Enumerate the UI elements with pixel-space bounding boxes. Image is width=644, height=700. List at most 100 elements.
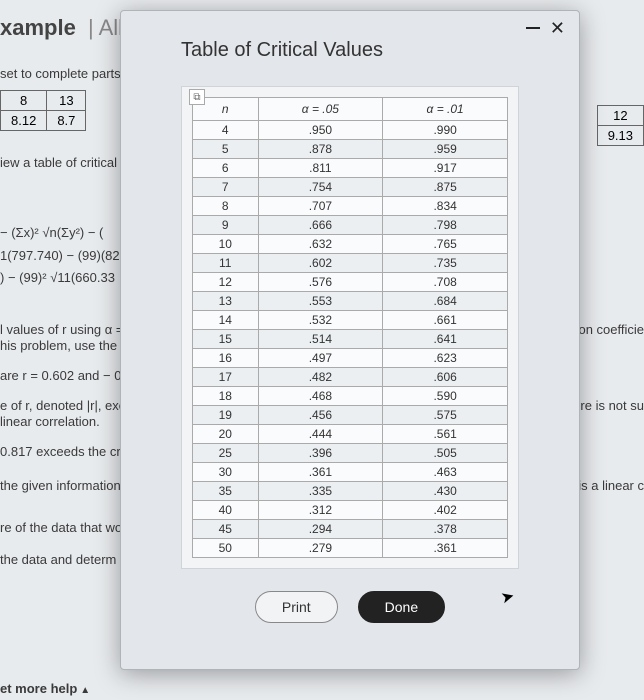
cell: 9 <box>193 216 259 235</box>
col-alpha-01: α = .01 <box>383 98 508 121</box>
cell: .666 <box>258 216 383 235</box>
cell: 16 <box>193 349 259 368</box>
modal-window-controls: ✕ <box>526 21 565 35</box>
bg-mini-table: 813 8.128.7 <box>0 90 86 131</box>
table-row: 8.707.834 <box>193 197 508 216</box>
bg-text: l values of r using α = <box>0 322 124 337</box>
close-icon[interactable]: ✕ <box>550 21 565 35</box>
cell: .990 <box>383 121 508 140</box>
cell: 8 <box>193 197 259 216</box>
cell: 30 <box>193 463 259 482</box>
cell: .959 <box>383 140 508 159</box>
critical-values-modal: ✕ Table of Critical Values ⧉ n α = .05 α… <box>120 10 580 670</box>
minimize-icon[interactable] <box>526 27 540 29</box>
table-row: 17.482.606 <box>193 368 508 387</box>
cell: 19 <box>193 406 259 425</box>
cell: .468 <box>258 387 383 406</box>
modal-title: Table of Critical Values <box>121 11 579 62</box>
cell: 15 <box>193 330 259 349</box>
bg-text: his problem, use the t <box>0 338 124 353</box>
table-row: 4.950.990 <box>193 121 508 140</box>
table-row: 7.754.875 <box>193 178 508 197</box>
cell: 11 <box>193 254 259 273</box>
bg-text: 0.817 exceeds the cr <box>0 444 121 459</box>
cell: .378 <box>383 520 508 539</box>
cell: .602 <box>258 254 383 273</box>
cell: 14 <box>193 311 259 330</box>
header-all: | All <box>82 15 123 40</box>
bg-text: is a linear c <box>578 478 644 493</box>
help-label: et more help <box>0 681 77 696</box>
cell: .430 <box>383 482 508 501</box>
cell: 8.7 <box>47 111 86 131</box>
cell: 50 <box>193 539 259 558</box>
bg-text: iew a table of critical <box>0 155 117 170</box>
header-title: xample <box>0 15 76 40</box>
bg-text: re of the data that wo <box>0 520 122 535</box>
cell: 12 <box>597 106 643 126</box>
cell: 20 <box>193 425 259 444</box>
cell: .917 <box>383 159 508 178</box>
bg-text: e of r, denoted |r|, exc <box>0 398 125 413</box>
cell: .798 <box>383 216 508 235</box>
cell: 40 <box>193 501 259 520</box>
cell: 10 <box>193 235 259 254</box>
table-row: 6.811.917 <box>193 159 508 178</box>
cell: .623 <box>383 349 508 368</box>
bg-text: linear correlation. <box>0 414 100 429</box>
bg-text: set to complete parts <box>0 66 121 81</box>
cell: .532 <box>258 311 383 330</box>
table-row: 13.553.684 <box>193 292 508 311</box>
cell: 17 <box>193 368 259 387</box>
cell: .553 <box>258 292 383 311</box>
cell: .950 <box>258 121 383 140</box>
table-row: 30.361.463 <box>193 463 508 482</box>
cell: .575 <box>383 406 508 425</box>
table-row: 45.294.378 <box>193 520 508 539</box>
cell: .708 <box>383 273 508 292</box>
cell: 35 <box>193 482 259 501</box>
cell: .335 <box>258 482 383 501</box>
cell: .632 <box>258 235 383 254</box>
cell: .456 <box>258 406 383 425</box>
cell: 4 <box>193 121 259 140</box>
cell: 18 <box>193 387 259 406</box>
cell: .661 <box>383 311 508 330</box>
col-alpha-05: α = .05 <box>258 98 383 121</box>
cell: .396 <box>258 444 383 463</box>
bg-text: the data and determ <box>0 552 116 567</box>
table-row: 11.602.735 <box>193 254 508 273</box>
cell: .505 <box>383 444 508 463</box>
cell: 25 <box>193 444 259 463</box>
cell: .361 <box>383 539 508 558</box>
cell: 9.13 <box>597 126 643 146</box>
cell: .811 <box>258 159 383 178</box>
table-row: 20.444.561 <box>193 425 508 444</box>
cell: 6 <box>193 159 259 178</box>
cell: .576 <box>258 273 383 292</box>
table-row: 16.497.623 <box>193 349 508 368</box>
cell: .684 <box>383 292 508 311</box>
cell: .590 <box>383 387 508 406</box>
cell: .312 <box>258 501 383 520</box>
cell: .735 <box>383 254 508 273</box>
copy-icon[interactable]: ⧉ <box>189 89 205 105</box>
table-row: 9.666.798 <box>193 216 508 235</box>
cell: .294 <box>258 520 383 539</box>
cell: 12 <box>193 273 259 292</box>
cell: 8 <box>1 91 47 111</box>
bg-math: ) − (99)² √11(660.33 <box>0 270 115 285</box>
table-row: 5.878.959 <box>193 140 508 159</box>
done-button[interactable]: Done <box>358 591 445 623</box>
cell: 8.12 <box>1 111 47 131</box>
page-header: xample | All <box>0 15 123 41</box>
cell: .641 <box>383 330 508 349</box>
table-row: 25.396.505 <box>193 444 508 463</box>
cell: 45 <box>193 520 259 539</box>
print-button[interactable]: Print <box>255 591 338 623</box>
get-more-help[interactable]: et more help▲ <box>0 681 90 696</box>
bg-text: ion coefficie <box>576 322 644 337</box>
bg-math: 1(797.740) − (99)(82. <box>0 248 123 263</box>
cell: .444 <box>258 425 383 444</box>
bg-math: − (Σx)² √n(Σy²) − ( <box>0 225 103 240</box>
